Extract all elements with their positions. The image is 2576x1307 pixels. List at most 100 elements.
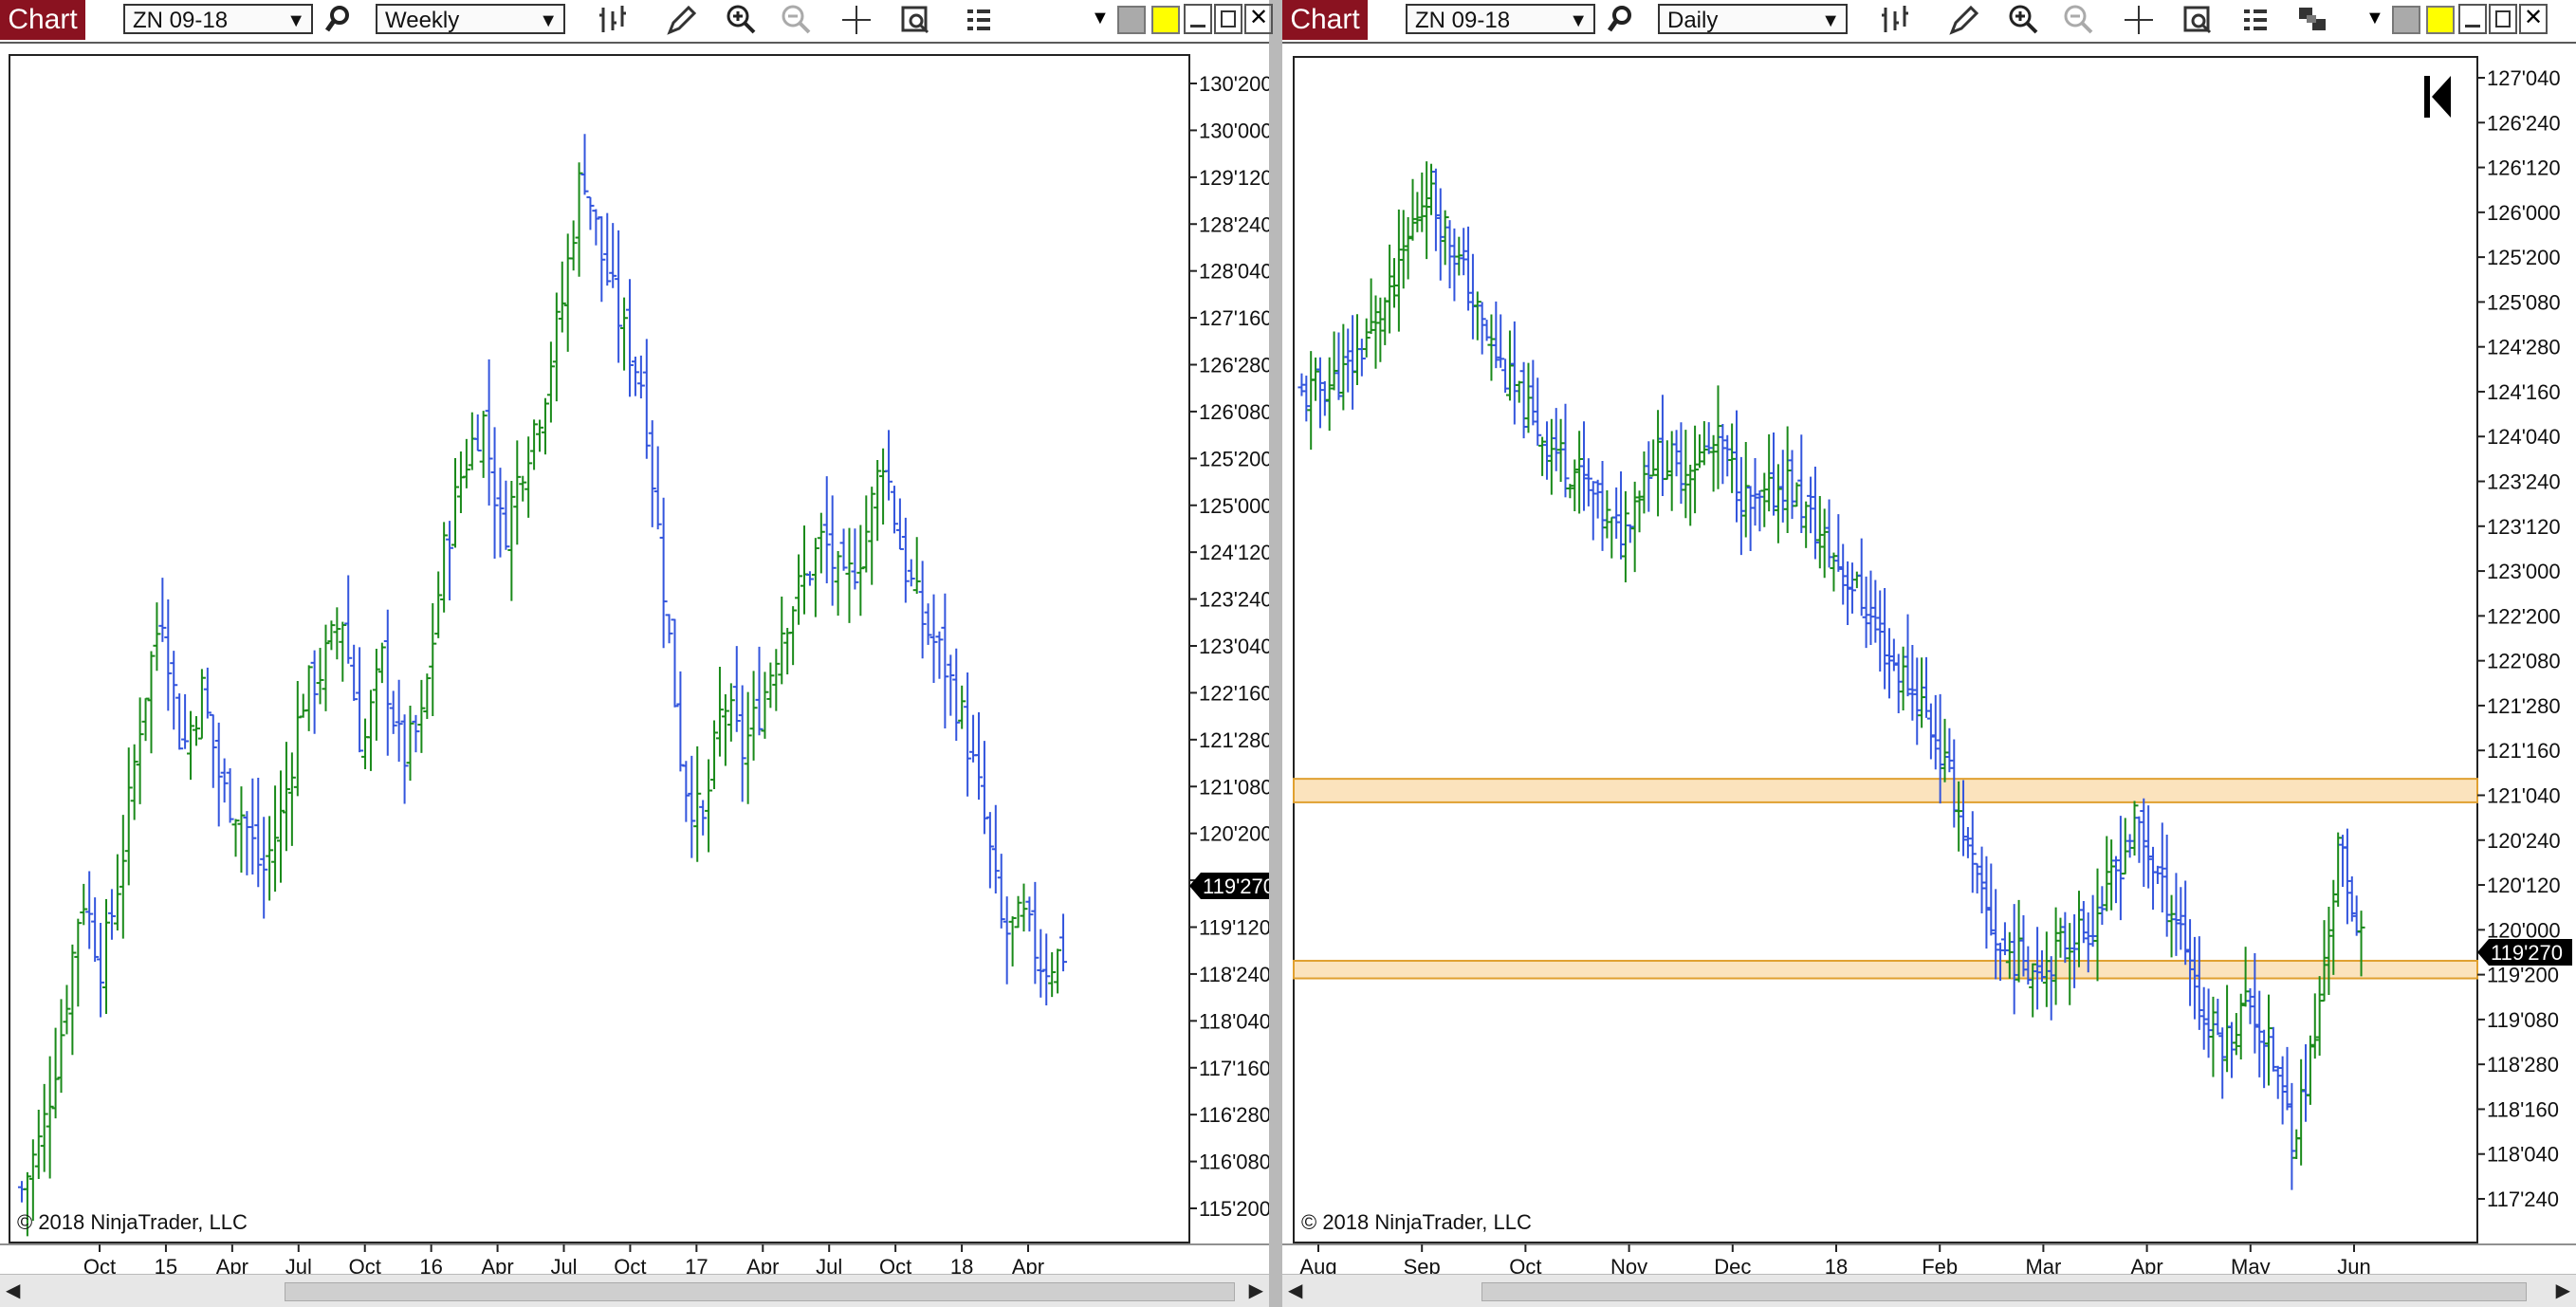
y-axis-label: 127'040 [2487,66,2561,90]
y-axis-label: 127'160 [1199,306,1269,330]
y-axis-label: 121'280 [1199,728,1269,752]
y-axis-label: 125'080 [2487,290,2561,314]
close-icon[interactable]: ✕ [1244,4,1273,34]
right-horizontal-scrollbar[interactable]: ◀ ▶ [1282,1274,2576,1307]
y-axis-label: 118'240 [1199,963,1269,986]
indicators-icon[interactable] [2238,2,2274,38]
last-price-tag: 119'270 [1189,873,1269,899]
plot-area [9,54,1190,1243]
left-scroll-thumb[interactable] [285,1282,1235,1301]
y-axis-label: 126'000 [2487,201,2561,225]
y-axis-label: 124'040 [2487,425,2561,449]
scroll-right-icon[interactable]: ▶ [1249,1279,1263,1302]
y-axis-label: 116'280 [1199,1103,1269,1127]
right-toolbar: Chart ZN 09-18 ▼ Daily ▼ ▼ ✕ [1282,0,2576,44]
gray-color-swatch[interactable] [1117,6,1146,34]
scroll-right-icon[interactable]: ▶ [2556,1279,2570,1302]
last-price-tag: 119'270 [2477,939,2572,966]
y-axis-label: 121'040 [2487,783,2561,807]
y-axis-label: 123'120 [2487,515,2561,539]
left-chart-window: Chart ZN 09-18 ▼ Weekly ▼ ▼ ✕ 130'200 130'0… [0,0,1273,1307]
price-tag-label: 119'270 [2491,941,2563,965]
y-axis-label: 126'120 [2487,156,2561,180]
y-axis-label: 126'280 [1199,354,1269,377]
skip-bar [2424,76,2430,118]
y-axis-label: 123'240 [2487,470,2561,494]
y-axis-label: 121'280 [2487,694,2561,718]
y-axis-label: 120'000 [2487,918,2561,942]
y-axis-label: 130'200 [1199,72,1269,96]
right-chart-tab[interactable]: Chart [1282,0,1368,40]
zoom-in-icon[interactable] [2005,2,2041,38]
left-price-chart[interactable]: 130'200 130'000 129'120 128'240 128'040 127'1… [0,42,1269,1307]
y-axis-label: 125'200 [1199,447,1269,470]
right-instrument-value: ZN 09-18 [1415,8,1511,33]
left-chart-tab[interactable]: Chart [0,0,85,40]
right-scroll-thumb[interactable] [1481,1282,2527,1301]
y-axis-label: 120'200 [1199,822,1269,846]
y-axis-label: 119'200 [2487,964,2559,987]
copyright-text: © 2018 NinjaTrader, LLC [17,1210,248,1234]
y-axis-label: 118'040 [2487,1143,2559,1167]
dropdown-arrow-icon[interactable]: ▼ [1091,8,1110,29]
y-axis-label: 119'080 [2487,1008,2559,1032]
properties-icon[interactable] [2180,2,2216,38]
bar-style-icon[interactable] [1878,2,1914,38]
scroll-left-icon[interactable]: ◀ [1288,1279,1302,1302]
right-instrument-select[interactable]: ZN 09-18 ▼ [1406,4,1595,34]
y-axis-label: 123'240 [1199,588,1269,612]
y-axis-label: 118'160 [2487,1097,2559,1121]
left-instrument-value: ZN 09-18 [133,8,229,33]
y-axis-label: 117'240 [2487,1187,2559,1211]
gray-color-swatch[interactable] [2392,6,2420,34]
y-axis-label: 128'240 [1199,212,1269,236]
right-timeframe-select[interactable]: Daily ▼ [1658,4,1848,34]
y-axis-label: 124'280 [2487,336,2561,359]
support-resistance-zone [1293,778,2478,803]
bar-style-icon[interactable] [596,2,632,38]
properties-icon[interactable] [897,2,933,38]
left-horizontal-scrollbar[interactable]: ◀ ▶ [0,1274,1269,1307]
minimize-icon[interactable] [2458,4,2487,34]
yellow-color-swatch[interactable] [1151,6,1180,34]
close-icon[interactable]: ✕ [2519,4,2548,34]
right-chart-window: Chart ZN 09-18 ▼ Daily ▼ ▼ ✕ 127'040 126'24… [1282,0,2576,1307]
yellow-color-swatch[interactable] [2426,6,2455,34]
zoom-in-icon[interactable] [723,2,759,38]
zoom-out-icon[interactable] [778,2,814,38]
left-timeframe-select[interactable]: Weekly ▼ [376,4,565,34]
pencil-icon[interactable] [1946,2,1982,38]
y-axis-label: 125'000 [1199,494,1269,518]
chevron-down-icon: ▼ [539,10,558,31]
indicators-icon[interactable] [962,2,998,38]
y-axis-label: 126'240 [2487,111,2561,135]
y-axis-label: 123'040 [1199,635,1269,658]
crosshair-icon[interactable] [838,2,874,38]
search-icon[interactable] [324,2,360,38]
y-axis-label: 118'040 [1199,1009,1269,1033]
y-axis-label: 130'000 [1199,119,1269,142]
y-axis-label: 116'080 [1199,1151,1269,1174]
scroll-left-icon[interactable]: ◀ [6,1279,20,1302]
pencil-icon[interactable] [664,2,700,38]
strategies-icon[interactable] [2295,2,2331,38]
left-instrument-select[interactable]: ZN 09-18 ▼ [123,4,313,34]
y-axis-label: 122'200 [2487,604,2561,628]
y-axis-label: 129'120 [1199,166,1269,190]
crosshair-icon[interactable] [2121,2,2157,38]
chevron-down-icon: ▼ [286,10,305,31]
right-timeframe-value: Daily [1667,8,1719,33]
y-axis-label: 125'200 [2487,246,2561,269]
chevron-down-icon: ▼ [1569,10,1588,31]
y-axis-label: 118'280 [2487,1053,2559,1077]
minimize-icon[interactable] [1184,4,1212,34]
restore-icon[interactable] [1214,4,1242,34]
right-price-chart[interactable]: 127'040 126'240 126'120 126'000 125'200 125'0… [1282,42,2576,1307]
dropdown-arrow-icon[interactable]: ▼ [2365,8,2384,29]
y-axis-label: 124'160 [2487,380,2561,404]
restore-icon[interactable] [2489,4,2517,34]
zoom-out-icon[interactable] [2060,2,2096,38]
search-icon[interactable] [1607,2,1643,38]
chevron-down-icon: ▼ [1821,10,1840,31]
y-axis-label: 120'240 [2487,829,2561,853]
